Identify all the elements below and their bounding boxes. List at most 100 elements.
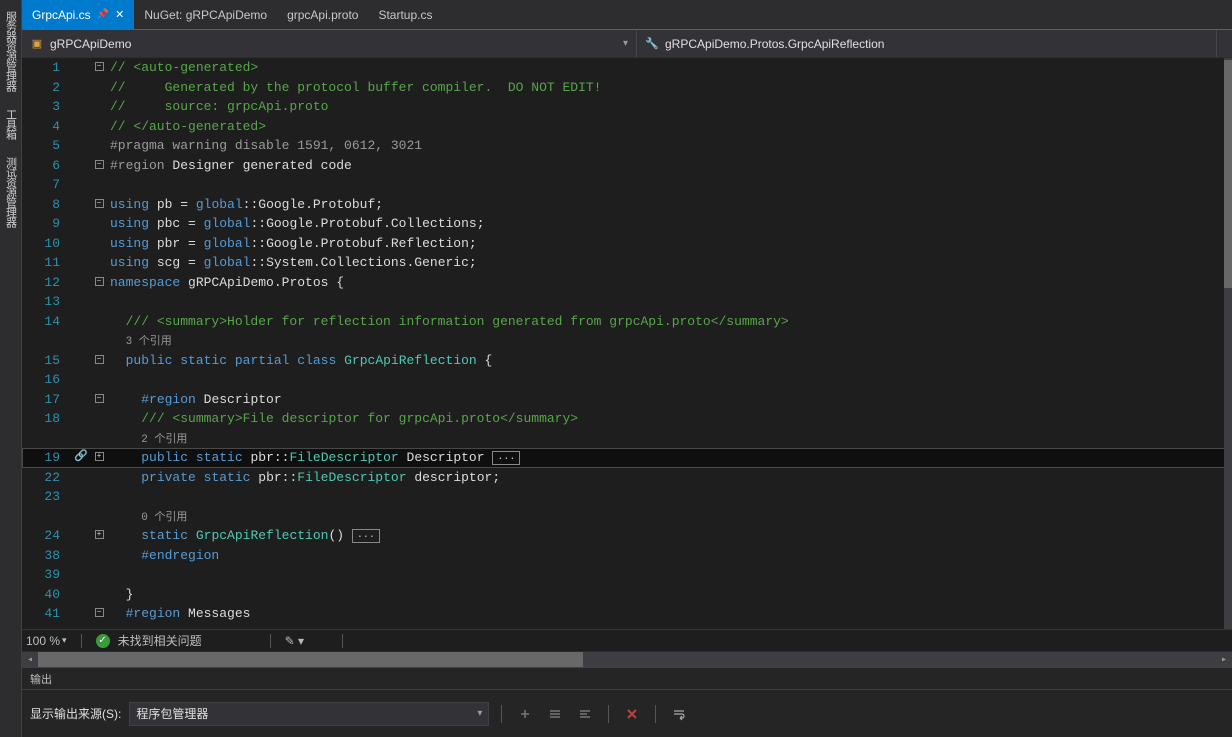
word-wrap-icon[interactable]: [668, 703, 690, 725]
code-line[interactable]: 39: [22, 565, 1232, 585]
nav-type-dropdown[interactable]: 🔧 gRPCApiDemo.Protos.GrpcApiReflection: [637, 30, 1217, 57]
code-line[interactable]: 0 个引用: [22, 507, 1232, 527]
fold-toggle[interactable]: −: [92, 195, 106, 215]
code-line[interactable]: 38 #endregion: [22, 546, 1232, 566]
glyph-margin[interactable]: [70, 117, 92, 137]
output-btn-1[interactable]: [514, 703, 536, 725]
glyph-margin[interactable]: [70, 429, 92, 449]
code-line[interactable]: 3// source: grpcApi.proto: [22, 97, 1232, 117]
output-source-dropdown[interactable]: 程序包管理器 ▾: [129, 702, 489, 726]
code-line[interactable]: 22 private static pbr::FileDescriptor de…: [22, 468, 1232, 488]
code-line[interactable]: 17− #region Descriptor: [22, 390, 1232, 410]
glyph-margin[interactable]: [70, 214, 92, 234]
code-line[interactable]: 9using pbc = global::Google.Protobuf.Col…: [22, 214, 1232, 234]
glyph-margin[interactable]: [70, 351, 92, 371]
code-line[interactable]: 6−#region Designer generated code: [22, 156, 1232, 176]
code-line[interactable]: 2// Generated by the protocol buffer com…: [22, 78, 1232, 98]
code-line[interactable]: 18 /// <summary>File descriptor for grpc…: [22, 409, 1232, 429]
fold-toggle[interactable]: −: [92, 156, 106, 176]
glyph-margin[interactable]: [70, 175, 92, 195]
scroll-right-arrow[interactable]: ▸: [1216, 654, 1232, 666]
glyph-margin[interactable]: [70, 585, 92, 605]
output-source-label: 显示输出来源(S):: [30, 705, 121, 722]
glyph-margin[interactable]: [70, 370, 92, 390]
glyph-margin[interactable]: [70, 273, 92, 293]
horizontal-scrollbar[interactable]: ◂ ▸: [22, 651, 1232, 667]
glyph-margin[interactable]: [70, 565, 92, 585]
rail-tab-server-explorer[interactable]: 服务器资源管理器: [1, 4, 21, 98]
code-line[interactable]: 15− public static partial class GrpcApiR…: [22, 351, 1232, 371]
code-line[interactable]: 4// </auto-generated>: [22, 117, 1232, 137]
code-line[interactable]: 16: [22, 370, 1232, 390]
tab-proto[interactable]: grpcApi.proto: [277, 0, 368, 29]
code-line[interactable]: 1−// <auto-generated>: [22, 58, 1232, 78]
codelens-text[interactable]: 2 个引用: [106, 429, 1232, 449]
code-line[interactable]: 41− #region Messages: [22, 604, 1232, 624]
fold-toggle[interactable]: +: [92, 448, 106, 468]
glyph-margin[interactable]: [70, 97, 92, 117]
output-panel-title[interactable]: 输出: [22, 668, 1232, 690]
code-editor[interactable]: 1−// <auto-generated>2// Generated by th…: [22, 58, 1232, 629]
code-line[interactable]: 10using pbr = global::Google.Protobuf.Re…: [22, 234, 1232, 254]
fold-toggle: [92, 312, 106, 332]
scroll-left-arrow[interactable]: ◂: [22, 654, 38, 666]
zoom-dropdown[interactable]: 100 % ▾: [26, 634, 67, 648]
glyph-margin[interactable]: [70, 292, 92, 312]
clear-all-icon[interactable]: [621, 703, 643, 725]
glyph-margin[interactable]: [70, 253, 92, 273]
tab-nuget[interactable]: NuGet: gRPCApiDemo: [134, 0, 277, 29]
glyph-margin[interactable]: [70, 468, 92, 488]
glyph-margin[interactable]: [70, 604, 92, 624]
issues-status[interactable]: 未找到相关问题: [118, 632, 202, 649]
fold-toggle[interactable]: −: [92, 604, 106, 624]
rail-tab-test-explorer[interactable]: 测试资源管理器: [1, 150, 21, 234]
fold-toggle[interactable]: −: [92, 390, 106, 410]
close-icon[interactable]: ✕: [115, 8, 124, 21]
glyph-margin[interactable]: [70, 156, 92, 176]
code-line[interactable]: 19🔗+ public static pbr::FileDescriptor D…: [22, 448, 1232, 468]
code-line[interactable]: 11using scg = global::System.Collections…: [22, 253, 1232, 273]
code-line[interactable]: 13: [22, 292, 1232, 312]
tab-startup[interactable]: Startup.cs: [368, 0, 442, 29]
pin-icon[interactable]: 📌: [97, 9, 109, 20]
glyph-margin[interactable]: [70, 58, 92, 78]
brush-icon[interactable]: ✎ ▾: [285, 634, 304, 648]
codelens-text[interactable]: 3 个引用: [106, 331, 1232, 351]
code-line[interactable]: 3 个引用: [22, 331, 1232, 351]
glyph-margin[interactable]: [70, 526, 92, 546]
code-line[interactable]: 14 /// <summary>Holder for reflection in…: [22, 312, 1232, 332]
glyph-margin[interactable]: [70, 409, 92, 429]
fold-toggle[interactable]: −: [92, 273, 106, 293]
code-line[interactable]: 40 }: [22, 585, 1232, 605]
code-line[interactable]: 2 个引用: [22, 429, 1232, 449]
glyph-margin[interactable]: [70, 234, 92, 254]
fold-toggle: [92, 507, 106, 527]
fold-toggle[interactable]: +: [92, 526, 106, 546]
glyph-margin[interactable]: [70, 546, 92, 566]
glyph-margin[interactable]: [70, 136, 92, 156]
glyph-margin[interactable]: [70, 390, 92, 410]
glyph-margin[interactable]: [70, 195, 92, 215]
output-btn-3[interactable]: [574, 703, 596, 725]
glyph-margin[interactable]: 🔗: [70, 448, 92, 468]
glyph-margin[interactable]: [70, 78, 92, 98]
glyph-margin[interactable]: [70, 487, 92, 507]
line-number: [22, 331, 70, 351]
glyph-margin[interactable]: [70, 331, 92, 351]
output-btn-2[interactable]: [544, 703, 566, 725]
rail-tab-toolbox[interactable]: 工具箱: [1, 102, 21, 146]
code-line[interactable]: 5#pragma warning disable 1591, 0612, 302…: [22, 136, 1232, 156]
codelens-text[interactable]: 0 个引用: [106, 507, 1232, 527]
code-line[interactable]: 7: [22, 175, 1232, 195]
tab-grpcapi-cs[interactable]: GrpcApi.cs 📌 ✕: [22, 0, 134, 29]
glyph-margin[interactable]: [70, 312, 92, 332]
vertical-scrollbar[interactable]: [1224, 58, 1232, 629]
fold-toggle[interactable]: −: [92, 351, 106, 371]
code-line[interactable]: 8−using pb = global::Google.Protobuf;: [22, 195, 1232, 215]
nav-project-dropdown[interactable]: ▣ gRPCApiDemo ▾: [22, 30, 637, 57]
fold-toggle[interactable]: −: [92, 58, 106, 78]
code-line[interactable]: 12−namespace gRPCApiDemo.Protos {: [22, 273, 1232, 293]
glyph-margin[interactable]: [70, 507, 92, 527]
code-line[interactable]: 24+ static GrpcApiReflection() ...: [22, 526, 1232, 546]
code-line[interactable]: 23: [22, 487, 1232, 507]
